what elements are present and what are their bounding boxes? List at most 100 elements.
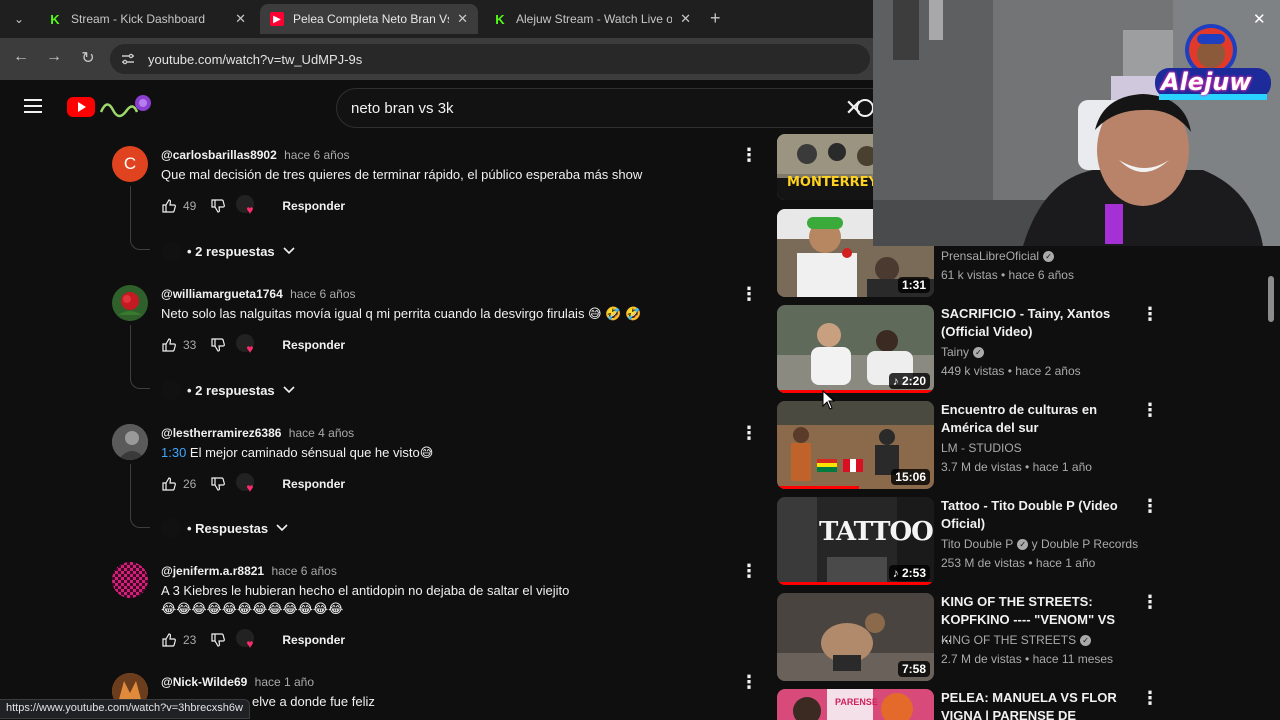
video-thumbnail[interactable]: PARENSE	[777, 689, 934, 720]
more-options-icon[interactable]: ⋮	[740, 424, 758, 442]
new-tab-button[interactable]: +	[710, 8, 721, 29]
search-box[interactable]: neto bran vs 3k ✕	[336, 88, 876, 128]
more-options-icon[interactable]: ⋮	[740, 562, 758, 580]
creator-heart: ♥	[236, 473, 258, 495]
comment-author[interactable]: @carlosbarillas8902	[161, 148, 277, 162]
verified-icon: ✓	[1017, 539, 1029, 551]
dislike-icon[interactable]	[210, 337, 226, 353]
comment-author[interactable]: @jeniferm.a.r8821	[161, 564, 264, 578]
tab-search-button[interactable]: ⌄	[6, 7, 32, 31]
comment-time[interactable]: hace 4 años	[289, 426, 354, 440]
video-title[interactable]: Tattoo - Tito Double P (Video Oficial)	[941, 497, 1121, 533]
show-replies-button[interactable]: • 2 respuestas	[161, 380, 295, 400]
close-icon[interactable]: ✕	[457, 11, 468, 27]
dislike-icon[interactable]	[210, 198, 226, 214]
dislike-icon[interactable]	[210, 632, 226, 648]
more-options-icon[interactable]: ⋮	[1141, 497, 1159, 515]
comment-text: elve a donde fue feliz	[252, 694, 375, 709]
more-options-icon[interactable]: ⋮	[740, 285, 758, 303]
reply-button[interactable]: Responder	[282, 633, 345, 647]
comment-actions: 33 ♥ Responder	[161, 334, 345, 355]
more-options-icon[interactable]: ⋮	[1141, 689, 1157, 707]
show-replies-button[interactable]: • Respuestas	[161, 518, 288, 538]
close-icon[interactable]: ✕	[235, 11, 246, 27]
channel-name[interactable]: PrensaLibreOficial ✓	[941, 249, 1055, 263]
duration-text: 2:20	[901, 374, 926, 388]
back-button[interactable]: ←	[10, 48, 32, 66]
recommended-video[interactable]: 7:58 KING OF THE STREETS: KOPFKINO ---- …	[777, 593, 1159, 681]
video-title[interactable]: PELEA: MANUELA VS FLOR VIGNA | PARENSE D…	[941, 689, 1121, 720]
comment-actions: 23 ♥ Responder	[161, 629, 345, 651]
url-field[interactable]: youtube.com/watch?v=tw_UdMPJ-9s	[110, 44, 870, 74]
comment-thread: C @carlosbarillas8902 hace 6 años Que ma…	[112, 146, 762, 266]
video-duration: ♪ 2:20	[888, 373, 930, 389]
avatar	[161, 518, 181, 538]
channel-name[interactable]: Tito Double P ✓ y Double P Records	[941, 537, 1138, 551]
timestamp-link[interactable]: 1:30	[161, 445, 186, 460]
video-title[interactable]: Encuentro de culturas en América del sur	[941, 401, 1121, 437]
avatar[interactable]	[112, 424, 148, 460]
more-options-icon[interactable]: ⋮	[740, 146, 758, 164]
show-replies-button[interactable]: • 2 respuestas	[161, 241, 295, 261]
recommended-video[interactable]: TATTOO ♪ 2:53 Tattoo - Tito Double P (Vi…	[777, 497, 1159, 585]
comment-time[interactable]: hace 1 año	[255, 675, 314, 689]
channel-name[interactable]: LM - STUDIOS	[941, 441, 1022, 455]
comment-text: 😂😂😂😂😂😂😂😂😂😂😂😂	[161, 601, 344, 616]
comment-text: 1:30 El mejor caminado sénsual que he vi…	[161, 445, 433, 461]
comment-header: @carlosbarillas8902 hace 6 años	[161, 148, 350, 162]
reply-button[interactable]: Responder	[282, 477, 345, 491]
recommended-video[interactable]: ♪ 2:20 SACRIFICIO - Tainy, Xantos (Offic…	[777, 305, 1159, 393]
video-thumbnail[interactable]: 7:58	[777, 593, 934, 681]
search-icon[interactable]	[856, 99, 874, 117]
forward-button[interactable]: →	[43, 48, 65, 66]
search-input[interactable]: neto bran vs 3k	[351, 100, 845, 117]
close-icon[interactable]: ✕	[680, 11, 691, 27]
video-thumbnail[interactable]: 15:06	[777, 401, 934, 489]
dislike-icon[interactable]	[210, 476, 226, 492]
recommended-video[interactable]: 15:06 Encuentro de culturas en América d…	[777, 401, 1159, 489]
menu-icon[interactable]	[24, 99, 42, 113]
tab-alejuw-stream[interactable]: K Alejuw Stream - Watch Live on ✕	[483, 4, 701, 34]
comment-time[interactable]: hace 6 años	[271, 564, 336, 578]
close-icon[interactable]: ✕	[1253, 10, 1266, 28]
video-duration: 1:31	[897, 277, 930, 293]
avatar[interactable]	[112, 562, 148, 598]
video-thumbnail[interactable]: TATTOO ♪ 2:53	[777, 497, 934, 585]
recommended-video[interactable]: PARENSE PELEA: MANUELA VS FLOR VIGNA | P…	[777, 689, 1157, 720]
watch-progress-bar	[777, 390, 934, 393]
more-options-icon[interactable]: ⋮	[1141, 401, 1159, 419]
heart-icon: ♥	[246, 637, 254, 651]
thumbnail-text: TATTOO	[819, 517, 934, 547]
like-icon[interactable]	[161, 337, 177, 353]
reply-button[interactable]: Responder	[282, 338, 345, 352]
comment-time[interactable]: hace 6 años	[290, 287, 355, 301]
avatar[interactable]	[112, 285, 148, 321]
video-thumbnail[interactable]: ♪ 2:20	[777, 305, 934, 393]
tab-kick-dashboard[interactable]: K Stream - Kick Dashboard ✕	[38, 4, 256, 34]
thread-line	[130, 464, 131, 514]
comment-author[interactable]: @lestherramirez6386	[161, 426, 281, 440]
thread-line	[130, 514, 150, 528]
tab-title: Alejuw Stream - Watch Live on	[516, 12, 673, 26]
more-options-icon[interactable]: ⋮	[1141, 593, 1159, 611]
comment-author[interactable]: @williamargueta1764	[161, 287, 283, 301]
channel-name[interactable]: Tainy ✓	[941, 345, 985, 359]
replies-label: • 2 respuestas	[187, 382, 275, 398]
youtube-logo[interactable]	[67, 97, 95, 117]
like-icon[interactable]	[161, 476, 177, 492]
site-info-icon[interactable]	[120, 51, 136, 67]
reload-button[interactable]: ↻	[77, 48, 99, 68]
video-title[interactable]: SACRIFICIO - Tainy, Xantos (Official Vid…	[941, 305, 1121, 341]
channel-name[interactable]: KING OF THE STREETS ✓	[941, 633, 1092, 647]
like-icon[interactable]	[161, 632, 177, 648]
like-icon[interactable]	[161, 198, 177, 214]
doodle-logo[interactable]	[97, 92, 153, 120]
comment-time[interactable]: hace 6 años	[284, 148, 349, 162]
sidebar-scrollbar[interactable]	[1268, 276, 1274, 322]
tab-youtube-video[interactable]: ▶ Pelea Completa Neto Bran Vs Tr ✕	[260, 4, 478, 34]
more-options-icon[interactable]: ⋮	[740, 673, 758, 691]
avatar[interactable]: C	[112, 146, 148, 182]
more-options-icon[interactable]: ⋮	[1141, 305, 1159, 323]
comment-author[interactable]: @Nick-Wilde69	[161, 675, 247, 689]
reply-button[interactable]: Responder	[282, 199, 345, 213]
